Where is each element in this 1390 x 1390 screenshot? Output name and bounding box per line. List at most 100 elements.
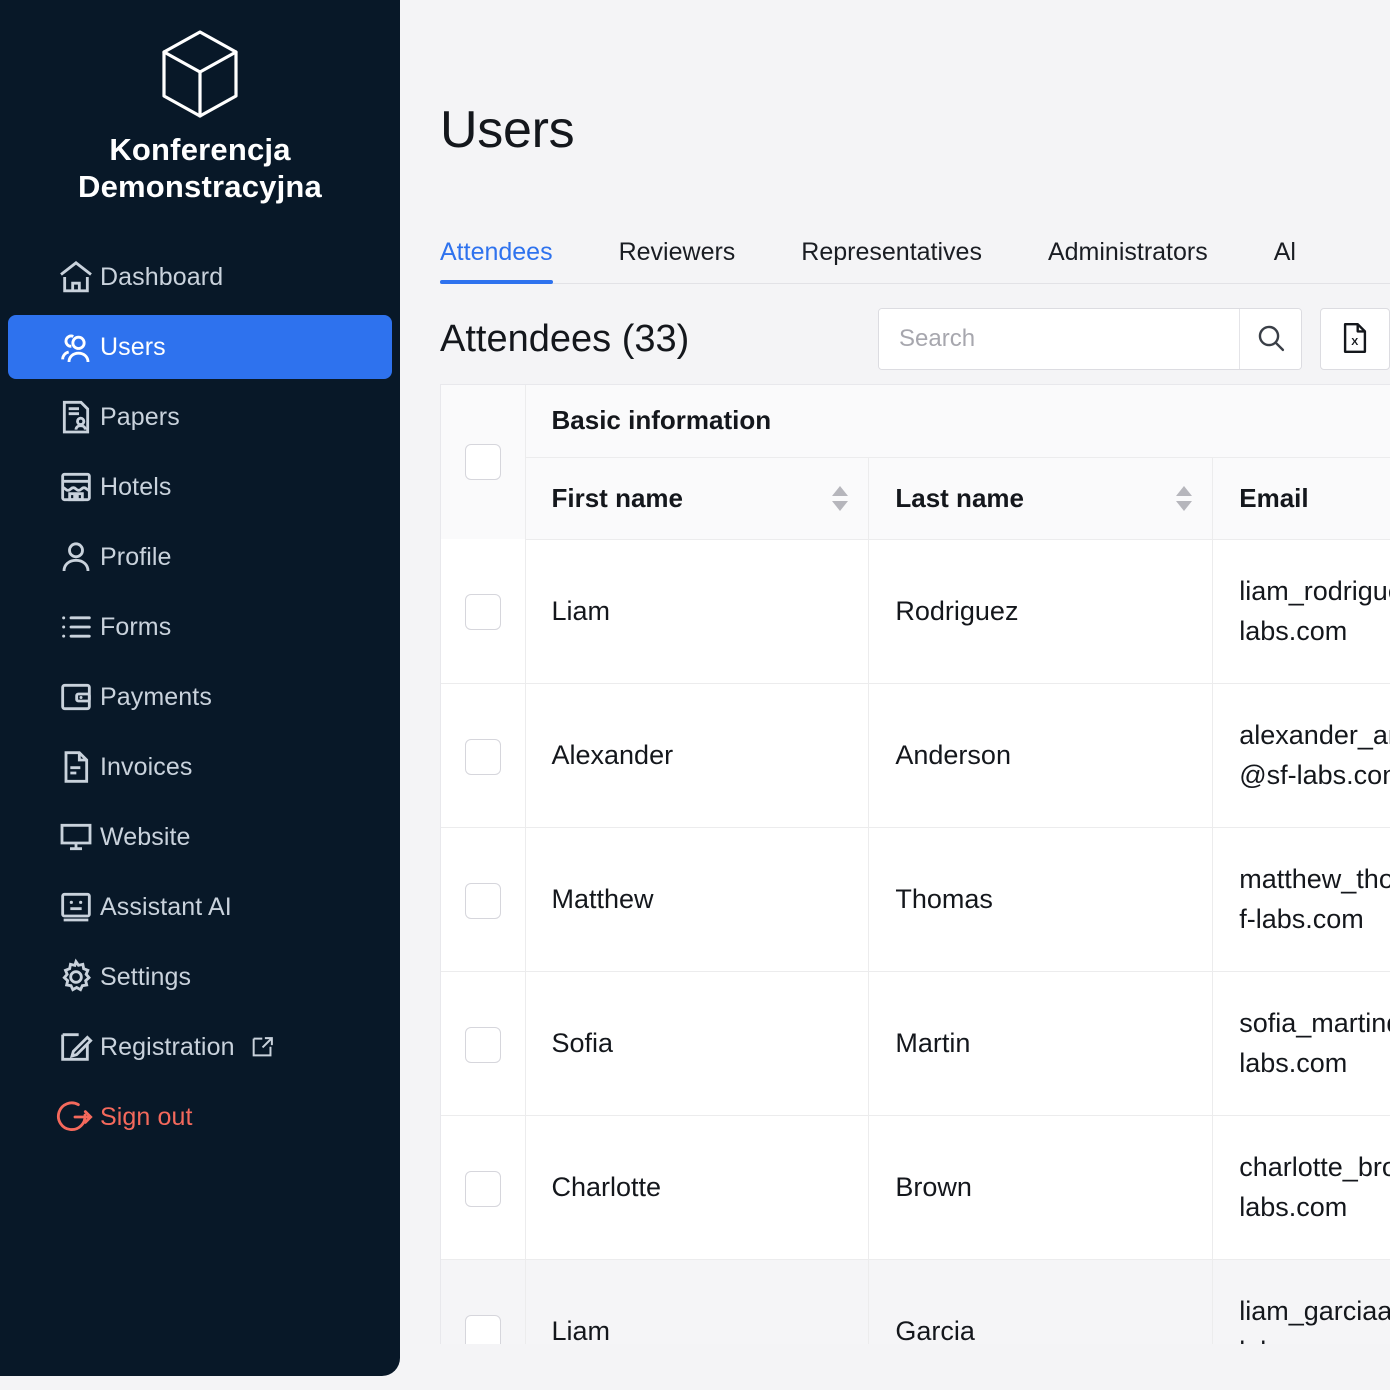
gear-icon bbox=[56, 957, 100, 997]
sign-out-icon bbox=[56, 1097, 100, 1137]
sidebar-item-label: Forms bbox=[100, 612, 172, 641]
sidebar-item-label: Papers bbox=[100, 402, 180, 431]
document-icon bbox=[56, 747, 100, 787]
sort-icon[interactable] bbox=[830, 485, 850, 512]
sidebar-item-label: Invoices bbox=[100, 752, 193, 781]
table-head: Basic information First name Last name E… bbox=[441, 385, 1390, 540]
row-checkbox[interactable] bbox=[464, 1170, 501, 1207]
sidebar-item-registration[interactable]: Registration bbox=[8, 1015, 392, 1079]
tab-bar: Attendees Reviewers Representatives Admi… bbox=[440, 216, 1390, 284]
sidebar-item-payments[interactable]: Payments bbox=[8, 665, 392, 729]
brand: Konferencja Demonstracyjna bbox=[0, 0, 400, 205]
cell-first-name: Charlotte bbox=[525, 1115, 870, 1260]
main-content: Users Attendees Reviewers Representative… bbox=[400, 0, 1390, 1390]
cell-last-name: Garcia bbox=[868, 1259, 1214, 1344]
list-icon bbox=[56, 607, 100, 647]
paper-icon bbox=[56, 397, 100, 437]
column-header-last-name[interactable]: Last name bbox=[868, 457, 1214, 540]
sort-icon[interactable] bbox=[1174, 485, 1194, 512]
search-input[interactable] bbox=[879, 309, 1239, 369]
tab-reviewers[interactable]: Reviewers bbox=[586, 240, 769, 283]
section-title: Attendees (33) bbox=[440, 317, 690, 360]
external-link-icon bbox=[249, 1033, 277, 1061]
sidebar-item-hotels[interactable]: Hotels bbox=[8, 455, 392, 519]
tab-administrators[interactable]: Administrators bbox=[1015, 240, 1241, 283]
hotel-icon bbox=[56, 467, 100, 507]
row-select-cell bbox=[441, 1115, 526, 1260]
sidebar-item-settings[interactable]: Settings bbox=[8, 945, 392, 1009]
sidebar-item-assistant-ai[interactable]: Assistant AI bbox=[8, 875, 392, 939]
users-table: Basic information First name Last name E… bbox=[441, 385, 1390, 1344]
cell-last-name: Martin bbox=[868, 971, 1214, 1116]
search-button[interactable] bbox=[1239, 309, 1301, 369]
table-row[interactable]: Charlotte Brown charlotte_brownfef@sf-la… bbox=[441, 1115, 1390, 1260]
row-select-cell bbox=[441, 827, 526, 972]
search-box bbox=[878, 308, 1302, 370]
toolbar-actions: X bbox=[878, 308, 1390, 370]
column-header-first-name[interactable]: First name bbox=[525, 457, 870, 540]
page-title: Users bbox=[440, 101, 575, 159]
sidebar-item-label: Hotels bbox=[100, 472, 172, 501]
home-icon bbox=[56, 257, 100, 297]
sidebar-item-invoices[interactable]: Invoices bbox=[8, 735, 392, 799]
brand-title: Konferencja Demonstracyjna bbox=[77, 132, 322, 204]
row-checkbox[interactable] bbox=[464, 882, 501, 919]
sidebar-item-label: Users bbox=[100, 332, 166, 361]
person-icon bbox=[56, 537, 100, 577]
tab-all[interactable]: Al bbox=[1241, 240, 1329, 283]
table-row[interactable]: Liam Garcia liam_garciaaef@sf-labs.com bbox=[441, 1259, 1390, 1344]
users-table-container[interactable]: Basic information First name Last name E… bbox=[440, 384, 1390, 1344]
sidebar-item-profile[interactable]: Profile bbox=[8, 525, 392, 589]
cell-email: sofia_martind9b@sf-labs.com bbox=[1212, 971, 1390, 1116]
cell-first-name: Matthew bbox=[525, 827, 870, 972]
row-select-cell bbox=[441, 683, 526, 828]
table-row[interactable]: Alexander Anderson alexander_anderson1d8… bbox=[441, 683, 1390, 828]
column-header-email[interactable]: Email bbox=[1212, 457, 1390, 540]
excel-file-icon: X bbox=[1337, 320, 1373, 359]
row-checkbox[interactable] bbox=[464, 1026, 501, 1063]
column-label: Email bbox=[1239, 482, 1309, 513]
sidebar-item-dashboard[interactable]: Dashboard bbox=[8, 245, 392, 309]
sidebar-item-label: Website bbox=[100, 822, 191, 851]
table-group-header-row: Basic information bbox=[441, 385, 1390, 539]
cell-first-name: Alexander bbox=[525, 683, 870, 828]
cell-last-name: Anderson bbox=[868, 683, 1214, 828]
row-checkbox[interactable] bbox=[464, 738, 501, 775]
tab-attendees[interactable]: Attendees bbox=[440, 240, 586, 284]
group-header-basic-information: Basic information bbox=[525, 385, 1390, 458]
search-icon bbox=[1254, 321, 1288, 358]
svg-text:X: X bbox=[1351, 335, 1358, 347]
export-excel-button[interactable]: X bbox=[1320, 308, 1390, 370]
sidebar-item-website[interactable]: Website bbox=[8, 805, 392, 869]
column-label: First name bbox=[551, 482, 684, 513]
sidebar-item-label: Dashboard bbox=[100, 262, 224, 291]
sidebar-item-sign-out[interactable]: Sign out bbox=[8, 1085, 392, 1149]
cell-email: liam_garciaaef@sf-labs.com bbox=[1212, 1259, 1390, 1344]
row-select-cell bbox=[441, 971, 526, 1116]
row-checkbox[interactable] bbox=[464, 1314, 501, 1344]
cell-first-name: Liam bbox=[525, 1259, 870, 1344]
cell-email: charlotte_brownfef@sf-labs.com bbox=[1212, 1115, 1390, 1260]
sidebar-item-label: Sign out bbox=[100, 1102, 193, 1131]
sidebar-item-users[interactable]: Users bbox=[8, 315, 392, 380]
cell-last-name: Rodriguez bbox=[868, 539, 1214, 684]
sidebar-item-text: Registration bbox=[100, 1032, 235, 1061]
tab-representatives[interactable]: Representatives bbox=[768, 240, 1015, 283]
table-row[interactable]: Matthew Thomas matthew_thomasb25@sf-labs… bbox=[441, 827, 1390, 972]
sidebar-item-forms[interactable]: Forms bbox=[8, 595, 392, 659]
table-row[interactable]: Liam Rodriguez liam_rodrigueze5e@sf-labs… bbox=[441, 539, 1390, 684]
cell-email: matthew_thomasb25@sf-labs.com bbox=[1212, 827, 1390, 972]
robot-face-icon bbox=[56, 887, 100, 927]
table-row[interactable]: Sofia Martin sofia_martind9b@sf-labs.com bbox=[441, 971, 1390, 1116]
select-all-checkbox[interactable] bbox=[464, 444, 501, 480]
row-checkbox[interactable] bbox=[464, 594, 501, 631]
cell-email: liam_rodrigueze5e@sf-labs.com bbox=[1212, 539, 1390, 684]
sidebar-item-label: Profile bbox=[100, 542, 172, 571]
sidebar-item-papers[interactable]: Papers bbox=[8, 385, 392, 449]
monitor-icon bbox=[56, 817, 100, 857]
cube-icon bbox=[0, 26, 400, 122]
cell-email: alexander_anderson1d8@sf-labs.com bbox=[1212, 683, 1390, 828]
cell-first-name: Liam bbox=[525, 539, 870, 684]
sidebar-nav: Dashboard Users Papers Hotels Profile Fo… bbox=[0, 245, 400, 1149]
table-header-row: First name Last name Email bbox=[441, 457, 1390, 540]
